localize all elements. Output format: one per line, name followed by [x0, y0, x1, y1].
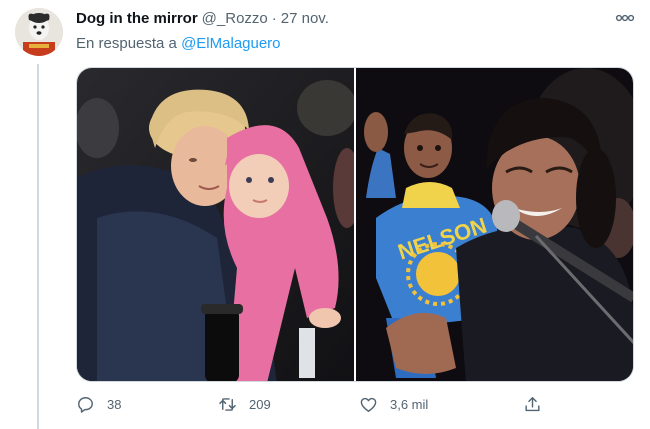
heart-icon	[360, 397, 377, 412]
reply-button[interactable]: 38	[76, 393, 121, 415]
more-options-icon	[615, 14, 635, 22]
reply-mention-link[interactable]: @ElMalaguero	[181, 35, 280, 52]
retweet-button[interactable]: 209	[218, 393, 271, 415]
tweet-header: Dog in the mirror @_Rozzo · 27 nov.	[76, 10, 329, 30]
tweet-date[interactable]: 27 nov.	[281, 10, 329, 27]
reply-context: En respuesta a @ElMalaguero	[76, 35, 281, 52]
reply-prefix: En respuesta a	[76, 35, 177, 52]
dog-avatar-icon	[15, 8, 63, 56]
tweet-media: NELSON	[76, 67, 634, 382]
like-count: 3,6 mil	[390, 396, 429, 412]
avatar[interactable]	[15, 8, 63, 56]
retweet-icon	[219, 397, 236, 411]
retweet-count: 209	[249, 396, 271, 412]
like-button[interactable]: 3,6 mil	[359, 393, 428, 415]
reply-icon	[78, 396, 93, 413]
tweet-actions: 38 209 3,6 mil	[76, 393, 556, 415]
separator-dot: ·	[271, 10, 277, 27]
tweet[interactable]: Dog in the mirror @_Rozzo · 27 nov. En r…	[0, 0, 650, 429]
photo-man-with-microphone: NELSON	[356, 68, 633, 381]
photo-woman-holding-baby	[77, 68, 354, 381]
photo-left[interactable]	[77, 68, 354, 381]
user-handle[interactable]: @_Rozzo	[202, 10, 268, 27]
reply-count: 38	[107, 396, 122, 412]
photo-right[interactable]: NELSON	[356, 68, 633, 381]
share-icon	[525, 396, 540, 411]
display-name[interactable]: Dog in the mirror	[76, 10, 198, 27]
more-options-button[interactable]	[612, 8, 638, 28]
thread-line	[37, 64, 39, 429]
share-button[interactable]	[523, 393, 542, 415]
